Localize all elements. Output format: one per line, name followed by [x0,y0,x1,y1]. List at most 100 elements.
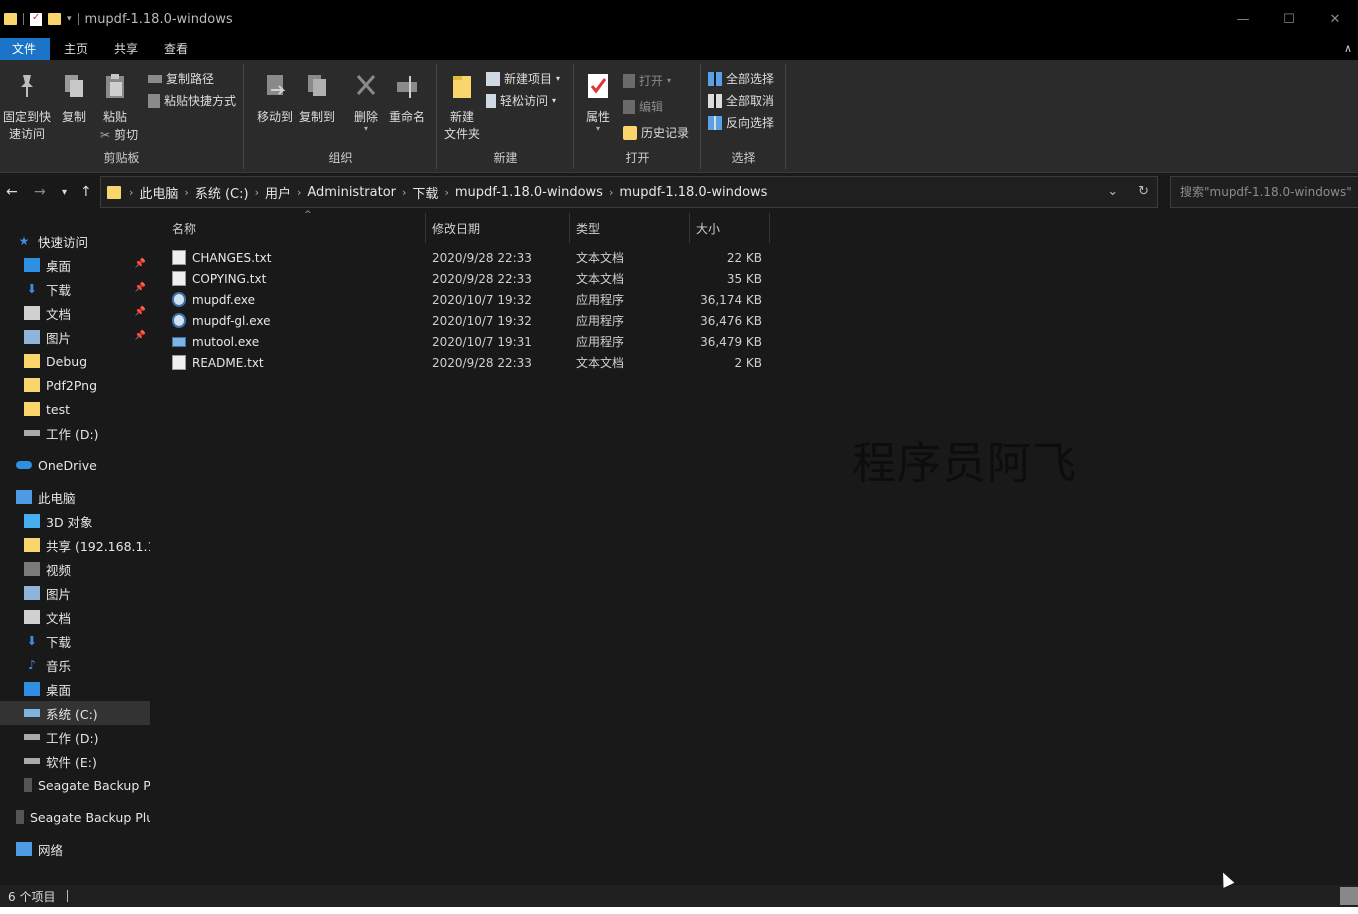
collapse-ribbon-icon[interactable]: ∧ [1344,38,1352,60]
select-group-label: 选择 [731,151,756,165]
open-button[interactable]: 打开 ▾ [623,72,671,89]
properties-button[interactable]: 属性 ▾ [583,72,613,133]
minimize-button[interactable]: — [1220,0,1266,38]
maximize-button[interactable]: ☐ [1266,0,1312,38]
sidebar-item[interactable]: 此电脑 [0,485,150,509]
rename-button[interactable]: 重命名 [387,72,427,126]
column-header-date[interactable]: 修改日期 [426,213,570,243]
address-bar[interactable]: › 此电脑 › 系统 (C:) › 用户 › Administrator › 下… [100,176,1158,208]
sidebar-item[interactable]: 共享 (192.168.1.10 [0,533,150,557]
sidebar-item[interactable]: 3D 对象 [0,509,150,533]
folder-icon [24,402,40,416]
copy-button[interactable]: 复制 [58,72,90,126]
table-row[interactable]: mupdf.exe 2020/10/7 19:32 应用程序 36,174 KB [166,289,766,310]
sidebar-item[interactable]: test [0,397,150,421]
tab-share[interactable]: 共享 [102,38,150,60]
chevron-right-icon[interactable]: › [129,186,133,199]
history-button[interactable]: 历史记录 [623,124,689,141]
sidebar-item[interactable]: Seagate Backup Plu [0,805,150,829]
chevron-right-icon[interactable]: › [297,186,301,199]
breadcrumb-users[interactable]: 用户 [265,183,291,202]
sidebar-item[interactable]: OneDrive [0,453,150,477]
sidebar-item[interactable]: 桌面 [0,677,150,701]
sidebar-item[interactable]: Seagate Backup P [0,773,150,797]
cut-button[interactable]: ✂ 剪切 [100,126,138,143]
chevron-right-icon[interactable]: › [609,186,613,199]
copy-path-button[interactable]: 复制路径 [148,70,214,87]
column-header-size[interactable]: 大小 [690,213,770,243]
sidebar-item[interactable]: ♪ 音乐 [0,653,150,677]
sidebar-item[interactable]: ★ 快速访问 [0,229,150,253]
table-row[interactable]: README.txt 2020/9/28 22:33 文本文档 2 KB [166,352,766,373]
easy-access-dropdown-icon[interactable]: ▾ [552,96,556,105]
new-folder-button[interactable]: 新建 文件夹 [440,72,484,143]
sidebar-item[interactable]: 图片 📌 [0,325,150,349]
recent-locations-chevron-icon[interactable]: ▾ [62,187,67,198]
new-item-button[interactable]: 新建项目 ▾ [486,70,560,87]
open-dropdown-icon[interactable]: ▾ [667,76,671,85]
details-view-button[interactable] [1340,887,1358,905]
properties-icon[interactable] [30,12,42,26]
sidebar-item[interactable]: 文档 📌 [0,301,150,325]
search-input[interactable]: 搜索"mupdf-1.18.0-windows" [1170,176,1358,208]
paste-button[interactable]: 粘贴 [98,72,132,126]
new-item-dropdown-icon[interactable]: ▾ [556,74,560,83]
pin-label-line2: 速访问 [8,127,45,141]
select-all-button[interactable]: 全部选择 [708,70,774,87]
sidebar-item[interactable]: 工作 (D:) [0,421,150,445]
chevron-right-icon[interactable]: › [402,186,406,199]
table-row[interactable]: mupdf-gl.exe 2020/10/7 19:32 应用程序 36,476 KB [166,310,766,331]
table-row[interactable]: mutool.exe 2020/10/7 19:31 应用程序 36,479 KB [166,331,766,352]
sidebar-item[interactable]: 图片 [0,581,150,605]
table-row[interactable]: COPYING.txt 2020/9/28 22:33 文本文档 35 KB [166,268,766,289]
select-none-button[interactable]: 全部取消 [708,92,774,109]
column-header-type[interactable]: 类型 [570,213,690,243]
properties-dropdown-icon[interactable]: ▾ [583,125,613,133]
back-arrow-icon[interactable]: ← [6,184,18,200]
close-button[interactable]: ✕ [1312,0,1358,38]
sidebar-item[interactable]: Debug [0,349,150,373]
sidebar-item[interactable]: 桌面 📌 [0,253,150,277]
chevron-right-icon[interactable]: › [444,186,448,199]
sidebar-item[interactable]: 文档 [0,605,150,629]
pin-to-quick-access-button[interactable]: 固定到快 速访问 [2,72,52,143]
refresh-icon[interactable]: ↻ [1138,184,1149,199]
delete-dropdown-icon[interactable]: ▾ [351,125,381,133]
sidebar-item[interactable]: 视频 [0,557,150,581]
sidebar-item[interactable]: ⬇ 下载 📌 [0,277,150,301]
move-to-icon [267,75,286,95]
sidebar-item[interactable]: 工作 (D:) [0,725,150,749]
breadcrumb-system-c[interactable]: 系统 (C:) [195,183,249,202]
paste-shortcut-button[interactable]: 粘贴快捷方式 [148,92,236,109]
customize-dropdown-icon[interactable]: ▾ [67,14,72,24]
breadcrumb-downloads[interactable]: 下载 [412,183,438,202]
delete-button[interactable]: 删除 ▾ [351,72,381,133]
tab-home[interactable]: 主页 [52,38,100,60]
copy-to-button[interactable]: 复制到 [297,72,337,126]
sidebar-item[interactable]: Pdf2Png [0,373,150,397]
app-icon [172,292,186,307]
table-row[interactable]: CHANGES.txt 2020/9/28 22:33 文本文档 22 KB [166,247,766,268]
breadcrumb-administrator[interactable]: Administrator [307,185,396,200]
tab-view[interactable]: 查看 [152,38,200,60]
invert-selection-button[interactable]: 反向选择 [708,114,774,131]
sidebar-item[interactable]: 软件 (E:) [0,749,150,773]
sidebar-item[interactable]: 系统 (C:) [0,701,150,725]
edit-button[interactable]: 编辑 [623,98,663,115]
chevron-right-icon[interactable]: › [184,186,188,199]
picture-icon [24,586,40,600]
breadcrumb-mupdf-parent[interactable]: mupdf-1.18.0-windows [455,185,603,200]
address-history-dropdown-icon[interactable]: ⌄ [1107,184,1118,199]
forward-arrow-icon[interactable]: → [34,184,46,200]
new-folder-icon[interactable] [48,13,61,25]
sidebar-item[interactable]: ⬇ 下载 [0,629,150,653]
sidebar-item[interactable]: 网络 [0,837,150,861]
tab-file[interactable]: 文件 [0,38,50,60]
chevron-right-icon[interactable]: › [255,186,259,199]
column-header-name[interactable]: 名称 ^ [166,210,426,243]
move-to-button[interactable]: 移动到 [255,72,295,126]
breadcrumb-mupdf-current[interactable]: mupdf-1.18.0-windows [619,185,767,200]
up-arrow-icon[interactable]: ↑ [80,184,92,200]
breadcrumb-this-pc[interactable]: 此电脑 [139,183,178,202]
easy-access-button[interactable]: 轻松访问 ▾ [486,92,556,109]
